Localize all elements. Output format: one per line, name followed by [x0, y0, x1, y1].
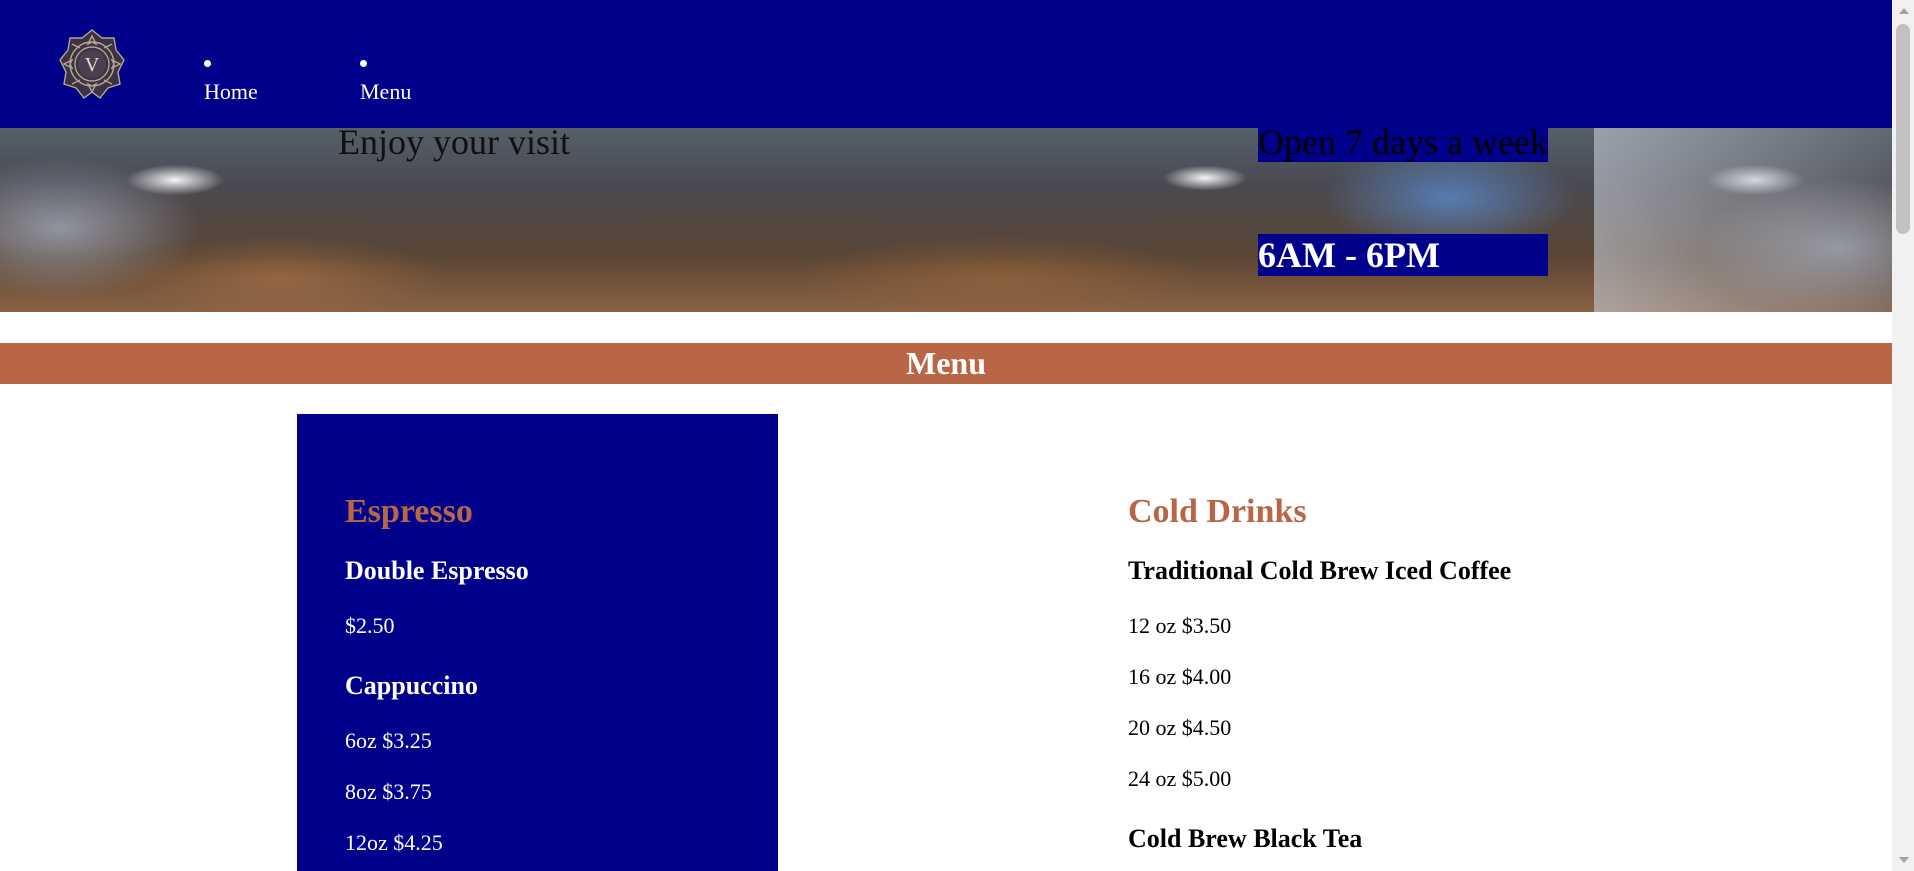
hero-welcome-text: Enjoy your visit [338, 122, 570, 162]
bullet-icon [360, 60, 367, 68]
logo-letter: V [85, 54, 100, 76]
espresso-card: Espresso Double Espresso $2.50 Cappuccin… [297, 414, 778, 871]
menu-item-price: 6oz $3.25 [345, 728, 432, 753]
top-navbar: V Home Menu [0, 0, 1892, 128]
menu-item-price: 12 oz $3.50 [1128, 613, 1232, 638]
hero-banner-image [0, 128, 1892, 312]
nav-home-label[interactable]: Home [204, 79, 258, 104]
menu-item-price: 8oz $3.75 [345, 779, 432, 804]
nav-item-menu[interactable]: Menu [360, 50, 411, 106]
hours-time: 6AM - 6PM [1258, 235, 1440, 275]
nav-menu-label[interactable]: Menu [360, 79, 411, 104]
scroll-down-arrow-icon[interactable] [1899, 857, 1909, 863]
menu-item-name: Cold Brew Black Tea [1128, 824, 1363, 853]
menu-item-price: 12oz $4.25 [345, 830, 443, 855]
espresso-title: Espresso [345, 493, 473, 530]
menu-item-price: $2.50 [345, 613, 395, 638]
cold-drinks-title: Cold Drinks [1128, 493, 1307, 530]
menu-item-price: 20 oz $4.50 [1128, 715, 1232, 740]
hero-light-panel [1594, 128, 1892, 312]
menu-item-name: Double Espresso [345, 556, 529, 585]
nav-item-home[interactable]: Home [204, 50, 258, 106]
scroll-up-arrow-icon[interactable] [1899, 8, 1909, 14]
menu-item-name: Cappuccino [345, 671, 478, 700]
bullet-icon [204, 60, 211, 68]
scrollbar-thumb[interactable] [1896, 24, 1910, 234]
menu-item-name: Traditional Cold Brew Iced Coffee [1128, 556, 1512, 585]
menu-section-header: Menu [0, 343, 1892, 384]
page-scrollbar[interactable] [1892, 0, 1914, 871]
hours-heading: Open 7 days a week [1258, 122, 1548, 162]
menu-item-price: 16 oz $4.00 [1128, 664, 1232, 689]
menu-section-title: Menu [906, 345, 986, 381]
menu-item-price: 24 oz $5.00 [1128, 766, 1232, 791]
logo-icon[interactable]: V [58, 28, 126, 100]
